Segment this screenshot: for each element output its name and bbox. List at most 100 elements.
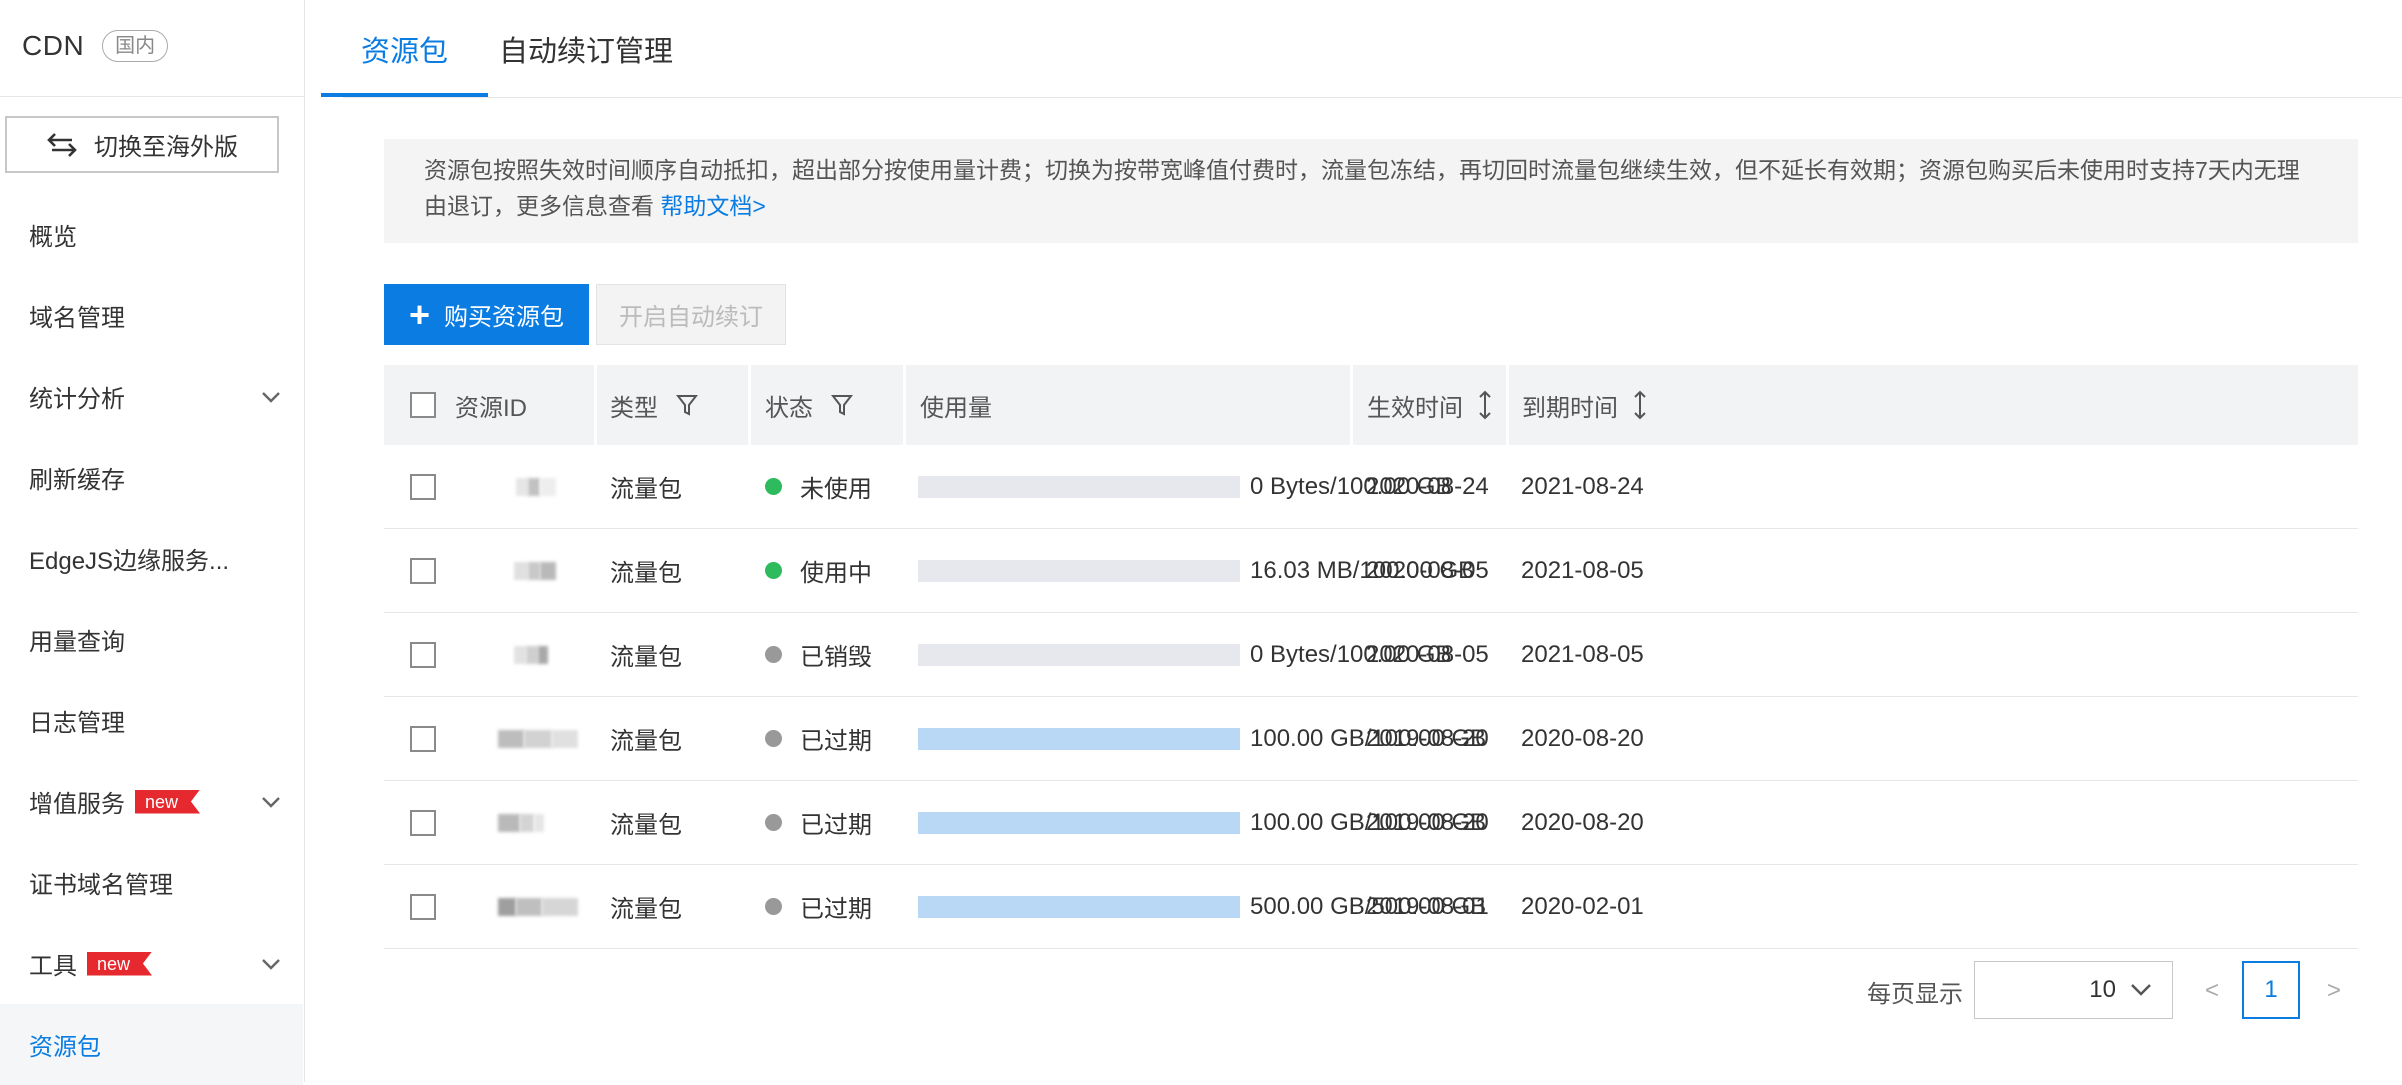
redaction-block — [498, 730, 524, 748]
chevron-down-icon — [261, 391, 281, 403]
resource-id-redacted — [498, 730, 578, 748]
sidebar-item[interactable]: 刷新缓存 — [0, 437, 303, 518]
sidebar-item[interactable]: 用量查询 — [0, 599, 303, 680]
usage-progress-bar — [918, 644, 1240, 666]
tab-resource-packs[interactable]: 资源包 — [341, 0, 468, 97]
status-dot — [765, 646, 782, 663]
status-text: 已过期 — [800, 889, 872, 924]
tab-label: 资源包 — [361, 28, 448, 70]
main-content: 资源包 自动续订管理 资源包按照失效时间顺序自动抵扣，超出部分按使用量计费；切换… — [305, 0, 2402, 1082]
sidebar-item-content: 统计分析 — [29, 379, 125, 414]
sidebar-menu: 概览域名管理统计分析刷新缓存 EdgeJS边缘服务... 用量查询日志管理增值服务 n… — [0, 194, 303, 1085]
row-checkbox[interactable] — [410, 810, 436, 836]
redaction-block — [516, 478, 528, 496]
tab-auto-renew[interactable]: 自动续订管理 — [499, 0, 673, 97]
status-dot — [765, 814, 782, 831]
region-badge: 国内 — [102, 30, 168, 62]
usage-progress-bar — [918, 728, 1240, 750]
brand: CDN 国内 — [22, 24, 168, 68]
tab-bar: 资源包 自动续订管理 — [343, 0, 2402, 97]
sidebar-item-content: EdgeJS边缘服务... — [29, 541, 229, 576]
header-usage: 使用量 — [920, 365, 992, 445]
end-date-cell: 2020-08-20 — [1521, 697, 1644, 780]
sidebar-item[interactable]: 资源包 — [0, 1004, 303, 1085]
end-date-cell: 2020-02-01 — [1521, 865, 1644, 948]
tab-divider — [343, 97, 2402, 98]
sidebar-item-label: 资源包 — [29, 1027, 101, 1062]
buy-label: 购买资源包 — [444, 297, 564, 332]
end-date-cell: 2021-08-24 — [1521, 445, 1644, 528]
row-checkbox[interactable] — [410, 894, 436, 920]
prev-page-button[interactable]: < — [2205, 961, 2219, 1021]
plus-icon: + — [409, 297, 430, 333]
sidebar-item[interactable]: 增值服务 new — [0, 761, 303, 842]
sidebar-item-content: 概览 — [29, 217, 77, 252]
row-checkbox[interactable] — [410, 642, 436, 668]
type-cell: 流量包 — [610, 697, 682, 780]
start-date-cell: 2020-08-05 — [1366, 613, 1489, 696]
row-checkbox[interactable] — [410, 474, 436, 500]
table-header: 资源ID 类型 状态 使用量 生效时间 — [384, 365, 2358, 445]
sidebar-item[interactable]: 工具new — [0, 923, 303, 1004]
header-id: 资源ID — [455, 365, 527, 445]
usage-progress-fill — [918, 896, 1240, 918]
page-button-current[interactable]: 1 — [2242, 961, 2300, 1019]
help-doc-link[interactable]: 帮助文档> — [660, 193, 765, 219]
row-checkbox[interactable] — [410, 726, 436, 752]
status-text: 已销毁 — [800, 637, 872, 672]
table-row: 流量包已过期100.00 GB/100.00 GB2019-08-202020-… — [384, 697, 2358, 781]
switch-arrows-icon — [46, 131, 78, 159]
resource-id-cell — [514, 613, 548, 696]
status-dot — [765, 478, 782, 495]
type-cell: 流量包 — [610, 613, 682, 696]
table-row: 流量包已过期500.00 GB/500.00 GB2019-08-012020-… — [384, 865, 2358, 949]
row-checkbox[interactable] — [410, 558, 436, 584]
sidebar-item[interactable]: 概览 — [0, 194, 303, 275]
header-start-cell[interactable]: 生效时间 — [1367, 365, 1493, 445]
usage-progress-bar — [918, 476, 1240, 498]
enable-auto-renew-button: 开启自动续订 — [596, 284, 786, 345]
start-date-cell: 2020-08-05 — [1366, 529, 1489, 612]
sidebar-item-label: 增值服务 — [29, 784, 125, 819]
start-date-cell: 2020-08-24 — [1366, 445, 1489, 528]
sidebar-item[interactable]: EdgeJS边缘服务... — [0, 518, 303, 599]
resource-id-redacted — [514, 562, 556, 580]
sidebar-item[interactable]: 域名管理 — [0, 275, 303, 356]
column-separator — [748, 365, 751, 445]
resource-table: 资源ID 类型 状态 使用量 生效时间 — [384, 365, 2358, 949]
start-date-cell: 2019-08-20 — [1366, 697, 1489, 780]
redaction-block — [534, 814, 544, 832]
filter-icon[interactable] — [676, 393, 698, 417]
redaction-block — [516, 898, 542, 916]
filter-icon[interactable] — [831, 393, 853, 417]
sidebar-item-label: 工具 — [29, 946, 77, 981]
table-row: 流量包未使用0 Bytes/100.00 GB2020-08-242021-08… — [384, 445, 2358, 529]
row-checkbox-cell — [410, 697, 436, 780]
header-type: 类型 — [610, 388, 658, 423]
redaction-block — [514, 646, 526, 664]
header-end-cell[interactable]: 到期时间 — [1522, 365, 1648, 445]
sidebar-item-label: 证书域名管理 — [29, 865, 173, 900]
buy-resource-pack-button[interactable]: + 购买资源包 — [384, 284, 589, 345]
sidebar-item-content: 用量查询 — [29, 622, 125, 657]
sidebar-item-label: 用量查询 — [29, 622, 125, 657]
end-date-cell: 2020-08-20 — [1521, 781, 1644, 864]
status-cell: 已过期 — [765, 781, 872, 864]
redaction-block — [540, 478, 556, 496]
per-page-label: 每页显示 — [1867, 961, 1963, 1021]
per-page-select[interactable]: 10 — [1974, 961, 2173, 1019]
status-cell: 已销毁 — [765, 613, 872, 696]
type-cell: 流量包 — [610, 781, 682, 864]
resource-id-cell — [498, 781, 544, 864]
sort-icon[interactable] — [1477, 390, 1493, 420]
sort-icon[interactable] — [1632, 390, 1648, 420]
new-badge: new — [135, 790, 200, 814]
switch-region-button[interactable]: 切换至海外版 — [5, 116, 279, 173]
resource-id-cell — [498, 697, 578, 780]
sidebar-item[interactable]: 统计分析 — [0, 356, 303, 437]
sidebar-item[interactable]: 证书域名管理 — [0, 842, 303, 923]
sidebar-item[interactable]: 日志管理 — [0, 680, 303, 761]
table-body: 流量包未使用0 Bytes/100.00 GB2020-08-242021-08… — [384, 445, 2358, 949]
next-page-button[interactable]: > — [2327, 961, 2341, 1021]
select-all-checkbox[interactable] — [410, 392, 436, 418]
